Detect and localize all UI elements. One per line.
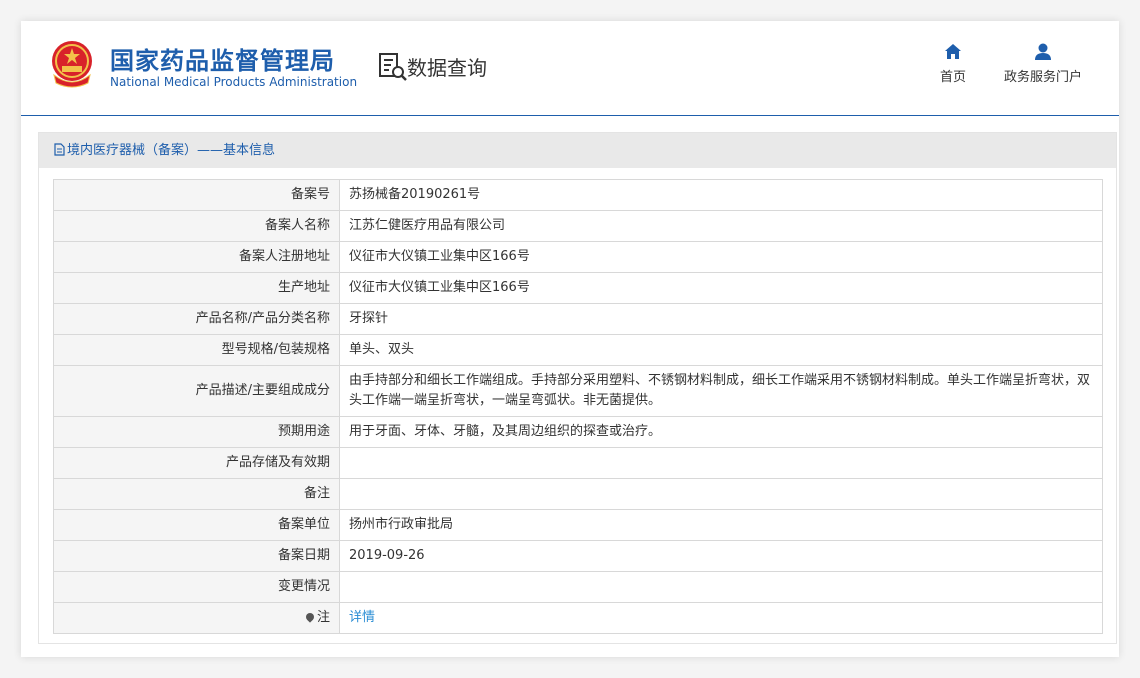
- site-header: 国家药品监督管理局 National Medical Products Admi…: [21, 21, 1119, 116]
- row-label: 生产地址: [53, 272, 340, 304]
- nav-portal-link[interactable]: 政务服务门户: [999, 43, 1087, 85]
- panel-header: 境内医疗器械（备案）——基本信息: [39, 133, 1116, 168]
- details-link[interactable]: 详情: [349, 610, 375, 625]
- row-label: 注: [316, 610, 330, 625]
- table-row: 备案日期 2019-09-26: [53, 540, 1103, 572]
- row-label: 产品描述/主要组成成分: [53, 365, 340, 417]
- row-label: 备注: [53, 478, 340, 510]
- row-label: 产品存储及有效期: [53, 447, 340, 479]
- note-label-cell: 注: [53, 602, 340, 634]
- nav-home-label: 首页: [939, 70, 966, 85]
- page: 国家药品监督管理局 National Medical Products Admi…: [21, 21, 1119, 657]
- row-value: [339, 571, 1103, 603]
- row-value: [339, 447, 1103, 479]
- table-row: 型号规格/包装规格 单头、双头: [53, 334, 1103, 366]
- row-value: 单头、双头: [339, 334, 1103, 366]
- row-label: 型号规格/包装规格: [53, 334, 340, 366]
- table-row: 产品存储及有效期: [53, 447, 1103, 479]
- row-value: 江苏仁健医疗用品有限公司: [339, 210, 1103, 242]
- row-label: 预期用途: [53, 416, 340, 448]
- row-value: 由手持部分和细长工作端组成。手持部分采用塑料、不锈钢材料制成，细长工作端采用不锈…: [339, 365, 1103, 417]
- document-icon: [54, 143, 65, 156]
- table-row: 备案人名称 江苏仁健医疗用品有限公司: [53, 210, 1103, 242]
- table-row: 预期用途 用于牙面、牙体、牙髓，及其周边组织的探查或治疗。: [53, 416, 1103, 448]
- row-label: 备案人注册地址: [53, 241, 340, 273]
- org-name-cn: 国家药品监督管理局: [110, 47, 335, 75]
- user-icon: [1035, 43, 1051, 60]
- row-value: 牙探针: [339, 303, 1103, 335]
- nav-home-link[interactable]: 首页: [933, 43, 973, 85]
- row-value: [339, 478, 1103, 510]
- pin-icon: [304, 611, 316, 623]
- nav-portal-label: 政务服务门户: [1003, 70, 1082, 85]
- row-label: 产品名称/产品分类名称: [53, 303, 340, 335]
- table-row: 备案号 苏扬械备20190261号: [53, 179, 1103, 211]
- row-label: 变更情况: [53, 571, 340, 603]
- national-emblem-icon: [52, 41, 92, 88]
- row-value: 扬州市行政审批局: [339, 509, 1103, 541]
- row-label: 备案日期: [53, 540, 340, 572]
- table-row: 注 详情: [53, 602, 1103, 634]
- panel-title: 境内医疗器械（备案）——基本信息: [67, 143, 276, 158]
- table-row: 变更情况: [53, 571, 1103, 603]
- table-row: 产品名称/产品分类名称 牙探针: [53, 303, 1103, 335]
- table-row: 产品描述/主要组成成分 由手持部分和细长工作端组成。手持部分采用塑料、不锈钢材料…: [53, 365, 1103, 417]
- row-label: 备案号: [53, 179, 340, 211]
- row-value: 仪征市大仪镇工业集中区166号: [339, 241, 1103, 273]
- basic-info-panel: 境内医疗器械（备案）——基本信息 备案号 苏扬械备20190261号 备案人名称…: [38, 132, 1117, 644]
- row-value: 仪征市大仪镇工业集中区166号: [339, 272, 1103, 304]
- home-icon: [945, 44, 961, 59]
- page-title: 数据查询: [407, 56, 487, 80]
- row-value: 用于牙面、牙体、牙髓，及其周边组织的探查或治疗。: [339, 416, 1103, 448]
- table-row: 备案人注册地址 仪征市大仪镇工业集中区166号: [53, 241, 1103, 273]
- row-value: 2019-09-26: [339, 540, 1103, 572]
- info-table: 备案号 苏扬械备20190261号 备案人名称 江苏仁健医疗用品有限公司 备案人…: [53, 179, 1103, 634]
- row-value-cell: 详情: [339, 602, 1103, 634]
- row-label: 备案人名称: [53, 210, 340, 242]
- row-label: 备案单位: [53, 509, 340, 541]
- table-row: 备案单位 扬州市行政审批局: [53, 509, 1103, 541]
- data-query-icon: [379, 53, 407, 81]
- row-value: 苏扬械备20190261号: [339, 179, 1103, 211]
- org-name-en: National Medical Products Administration: [110, 75, 358, 89]
- table-row: 备注: [53, 478, 1103, 510]
- table-row: 生产地址 仪征市大仪镇工业集中区166号: [53, 272, 1103, 304]
